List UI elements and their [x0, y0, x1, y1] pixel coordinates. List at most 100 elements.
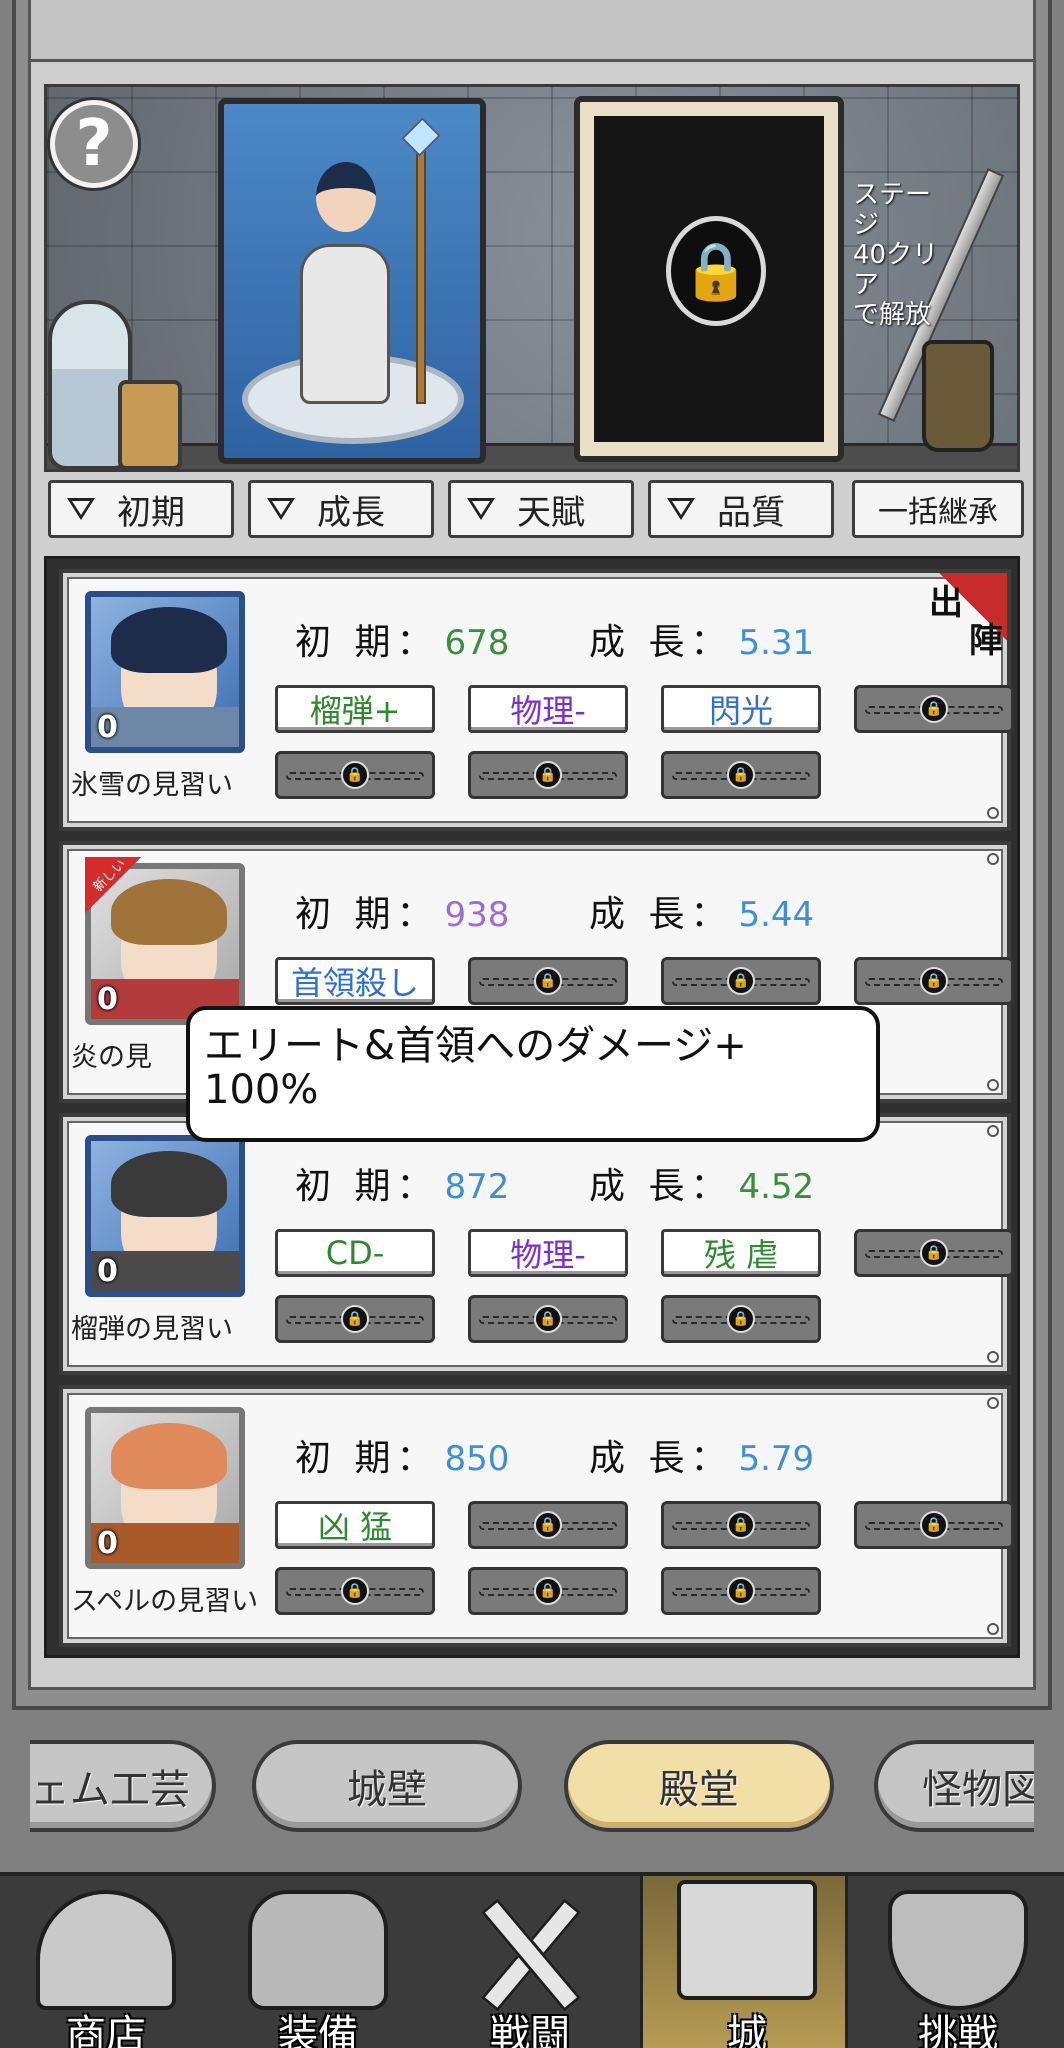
trait-slot[interactable]: 首領殺し — [275, 957, 435, 1005]
filter-initial-button[interactable]: 初期 — [48, 480, 234, 538]
locked-slot-background: 🔒 — [594, 116, 824, 442]
padlock-icon: 🔒 — [534, 1305, 562, 1333]
bulk-inherit-label: 一括継承 — [878, 495, 998, 530]
padlock-icon: 🔒 — [534, 761, 562, 789]
corner-rivet — [987, 1397, 999, 1409]
trait-slot[interactable]: 閃光 — [661, 685, 821, 733]
locked-trait-slot[interactable]: 🔒 — [275, 1567, 435, 1615]
locked-trait-slot[interactable]: 🔒 — [854, 685, 1014, 733]
initial-stat: 初 期： 678 — [295, 613, 509, 665]
locked-trait-slot[interactable]: 🔒 — [661, 957, 821, 1005]
locked-trait-slot[interactable]: 🔒 — [468, 1295, 628, 1343]
trait-slot[interactable]: 凶 猛 — [275, 1501, 435, 1549]
filter-growth-button[interactable]: 成長 — [248, 480, 434, 538]
nav-label: 戦闘 — [490, 2012, 570, 2048]
backpack-icon — [248, 1890, 388, 2010]
deployed-badge-char: 出 — [929, 583, 963, 623]
help-button[interactable]: ? — [50, 100, 138, 188]
trait-slot[interactable]: CD- — [275, 1229, 435, 1277]
locked-trait-slot[interactable]: 🔒 — [661, 1295, 821, 1343]
hero-card[interactable]: 0 榴弾の見習い 初 期： 872 成 長： 4.52 CD- 物理- 残 虐 🔒 … — [59, 1113, 1014, 1375]
initial-value: 938 — [444, 895, 510, 935]
filter-talent-button[interactable]: 天賦 — [448, 480, 634, 538]
padlock-icon: 🔒 — [920, 967, 948, 995]
crossed-swords-icon — [460, 1890, 600, 2012]
locked-trait-slot[interactable]: 🔒 — [468, 751, 628, 799]
growth-value: 4.52 — [738, 1167, 815, 1207]
question-icon: ? — [75, 107, 113, 181]
locked-trait-slot[interactable]: 🔒 — [275, 751, 435, 799]
locked-trait-slot[interactable]: 🔒 — [468, 957, 628, 1005]
locked-trait-slot[interactable]: 🔒 — [468, 1501, 628, 1549]
top-strip — [31, 0, 1033, 62]
nav-battle[interactable]: 戦闘 — [430, 1876, 630, 2048]
unlock-text-line: 40クリア — [853, 240, 939, 300]
unlock-text-line: で解放 — [853, 300, 932, 330]
new-badge: 新しい — [85, 857, 141, 913]
tab-label: 殿堂 — [659, 1767, 739, 1813]
hero-card[interactable]: 0 スペルの見習い 初 期： 850 成 長： 5.79 凶 猛 🔒 🔒 🔒 🔒 🔒… — [59, 1385, 1014, 1647]
hero-count: 0 — [97, 1254, 118, 1289]
initial-label: 初 期： — [295, 1438, 439, 1479]
featured-hero-card[interactable] — [218, 98, 486, 464]
growth-stat: 成 長： 4.52 — [589, 1157, 814, 1209]
ink-bottle-icon — [118, 380, 182, 470]
hero-name: 氷雪の見習い — [71, 770, 233, 801]
trait-slot[interactable]: 残 虐 — [661, 1229, 821, 1277]
hero-portrait[interactable]: 0 — [85, 1135, 245, 1297]
nav-castle[interactable]: 城 — [640, 1876, 848, 2048]
locked-trait-slot[interactable]: 🔒 — [854, 1229, 1014, 1277]
locked-trait-slot[interactable]: 🔒 — [275, 1295, 435, 1343]
tab-wall[interactable]: 城壁 — [252, 1740, 522, 1832]
deployed-badge: 出 陣 — [919, 573, 1007, 663]
initial-stat: 初 期： 850 — [295, 1429, 509, 1481]
locked-trait-slot[interactable]: 🔒 — [468, 1567, 628, 1615]
padlock-icon: 🔒 — [341, 1305, 369, 1333]
padlock-icon: 🔒 — [920, 1511, 948, 1539]
hero-count: 0 — [97, 1526, 118, 1561]
bulk-inherit-button[interactable]: 一括継承 — [852, 480, 1024, 538]
hero-card[interactable]: 0 氷雪の見習い 初 期： 678 成 長： 5.31 榴弾+ 物理- 閃光 🔒 🔒… — [59, 569, 1014, 831]
growth-value: 5.44 — [738, 895, 815, 935]
locked-trait-slot[interactable]: 🔒 — [661, 751, 821, 799]
tab-monster-book[interactable]: 怪物図 — [874, 1740, 1034, 1832]
growth-label: 成 長： — [589, 1166, 733, 1207]
trait-slot[interactable]: 物理- — [468, 1229, 628, 1277]
deployed-badge-char: 陣 — [969, 621, 1003, 661]
padlock-icon: 🔒 — [666, 216, 766, 326]
corner-rivet — [987, 1351, 999, 1363]
nav-label: 装備 — [278, 2012, 358, 2048]
filter-quality-button[interactable]: 品質 — [648, 480, 834, 538]
lantern-icon — [922, 340, 994, 452]
growth-value: 5.79 — [738, 1439, 815, 1479]
padlock-icon: 🔒 — [341, 1577, 369, 1605]
trait-slot[interactable]: 物理- — [468, 685, 628, 733]
locked-hero-slot[interactable]: 🔒 — [574, 96, 844, 462]
tab-item-crafting[interactable]: ェム工芸 — [30, 1740, 216, 1832]
tab-hall[interactable]: 殿堂 — [564, 1740, 834, 1832]
locked-trait-slot[interactable]: 🔒 — [854, 1501, 1014, 1549]
nav-shop[interactable]: 商店 — [6, 1876, 206, 2048]
padlock-icon: 🔒 — [534, 967, 562, 995]
initial-value: 850 — [444, 1439, 510, 1479]
hero-portrait[interactable]: 0 — [85, 1407, 245, 1569]
padlock-icon: 🔒 — [727, 1577, 755, 1605]
tooltip-line: 100% — [204, 1067, 319, 1113]
castle-subtabs: ェム工芸 城壁 殿堂 怪物図 — [30, 1730, 1034, 1840]
hero-figure — [300, 244, 390, 404]
shelf — [47, 443, 1017, 469]
trait-slot[interactable]: 榴弾+ — [275, 685, 435, 733]
new-badge-label: 新しい — [90, 856, 130, 896]
castle-icon — [677, 1880, 817, 2000]
locked-trait-slot[interactable]: 🔒 — [854, 957, 1014, 1005]
tab-label: 城壁 — [347, 1767, 427, 1813]
nav-equipment[interactable]: 装備 — [218, 1876, 418, 2048]
padlock-icon: 🔒 — [341, 761, 369, 789]
initial-value: 678 — [444, 623, 510, 663]
locked-trait-slot[interactable]: 🔒 — [661, 1501, 821, 1549]
padlock-icon: 🔒 — [727, 1511, 755, 1539]
nav-label: 城 — [727, 2012, 767, 2048]
locked-trait-slot[interactable]: 🔒 — [661, 1567, 821, 1615]
hero-portrait[interactable]: 0 — [85, 591, 245, 753]
nav-challenge[interactable]: 挑戦 — [858, 1876, 1058, 2048]
